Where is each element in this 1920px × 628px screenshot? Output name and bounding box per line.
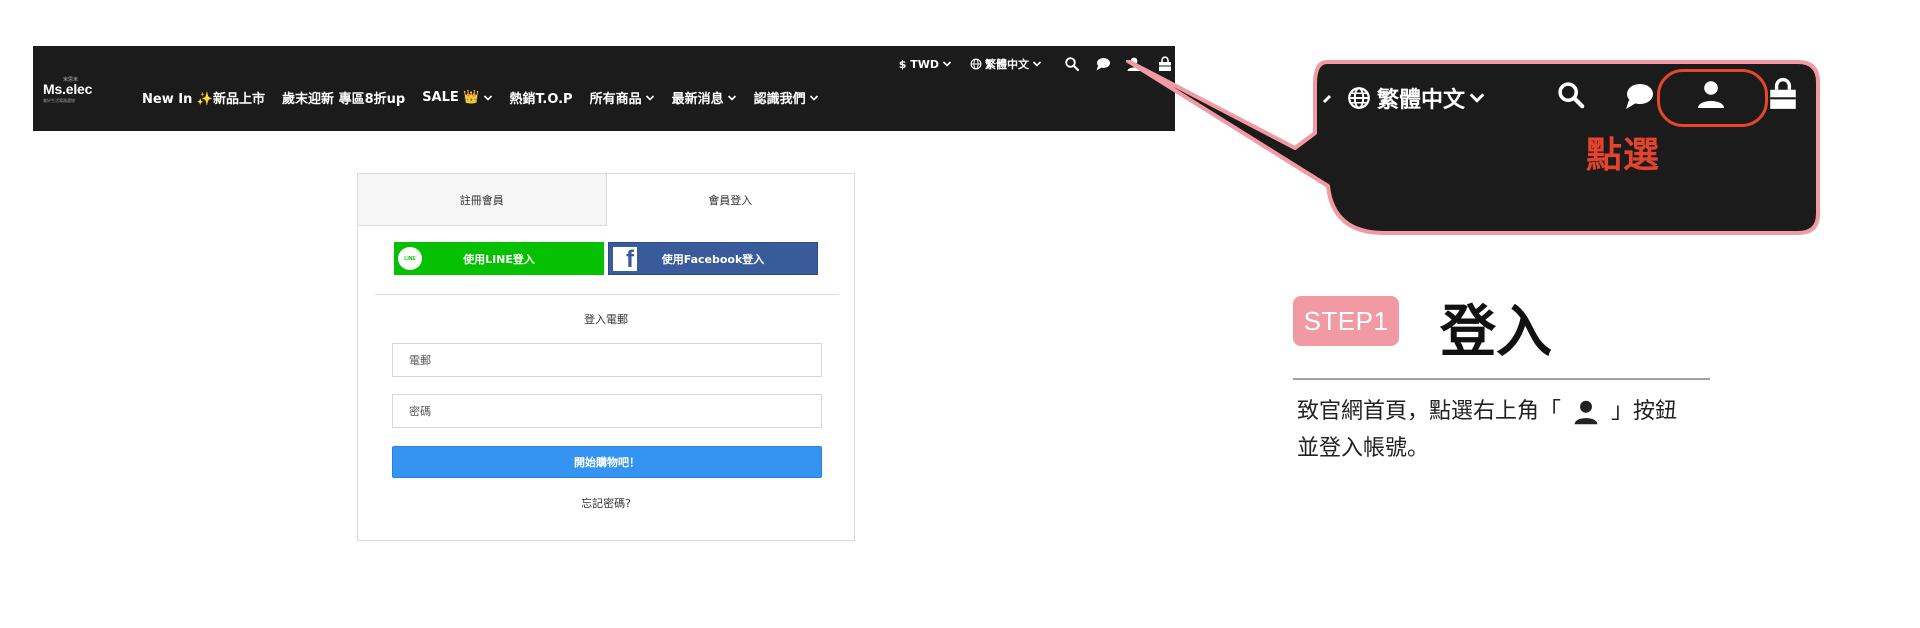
tab-member-login[interactable]: 會員登入 <box>606 174 854 226</box>
line-login-label: 使用LINE登入 <box>463 252 535 266</box>
callout-language-selector: 繁體中文 <box>1347 82 1486 114</box>
highlight-ring <box>1657 69 1768 127</box>
chevron-down-icon <box>1322 94 1332 104</box>
tab-label: 會員登入 <box>708 194 753 207</box>
logo-text: Ms.elec <box>43 81 93 97</box>
step-desc-line-1: 致官網首頁，點選右上角「 」按鈕 <box>1297 393 1727 430</box>
currency-label: $ TWD <box>898 57 939 71</box>
facebook-logo-icon: f <box>613 247 637 271</box>
submit-label: 開始購物吧！ <box>574 456 640 469</box>
nav-item-label: 歲末迎新 專區8折up <box>282 92 406 107</box>
currency-selector[interactable]: $ TWD <box>899 58 952 71</box>
password-field[interactable] <box>392 394 822 428</box>
step-badge: STEP1 <box>1293 296 1399 346</box>
chevron-down-icon <box>1469 93 1485 103</box>
zoom-callout: 繁體中文 點選 <box>1060 60 1820 235</box>
form-title: 登入電郵 <box>584 313 628 326</box>
callout-language-label: 繁體中文 <box>1377 88 1466 113</box>
main-nav: New In ✨新品上市 歲末迎新 專區8折up SALE 👑 熱銷T.O.P … <box>142 88 836 107</box>
language-label: 繁體中文 <box>985 58 1029 71</box>
logo-subtext: 米思米 <box>63 77 79 83</box>
nav-item-new-in[interactable]: New In ✨新品上市 <box>142 88 265 107</box>
divider <box>375 294 839 295</box>
step-desc-text: 致官網首頁，點選右上角「 <box>1297 399 1562 424</box>
search-icon <box>1558 82 1585 109</box>
globe-icon <box>970 58 982 70</box>
step-divider <box>1293 378 1710 380</box>
facebook-login-label: 使用Facebook登入 <box>661 252 765 266</box>
chevron-down-icon <box>727 94 736 101</box>
chevron-down-icon <box>1032 61 1042 67</box>
shopping-bag-icon <box>1770 77 1796 109</box>
nav-item-label: 所有商品 <box>589 92 642 107</box>
line-login-button[interactable]: LINE 使用LINE登入 <box>394 242 604 275</box>
nav-item-about-us[interactable]: 認識我們 <box>754 88 819 107</box>
nav-item-label: 最新消息 <box>671 92 724 107</box>
forgot-password-link[interactable]: 忘記密碼? <box>358 495 854 511</box>
line-badge-text: LINE <box>404 255 416 262</box>
site-header: 米思米 Ms.elec 美好生活電器選物 $ TWD 繁體中文 New In ✨… <box>33 46 1175 131</box>
step-desc-line-2: 並登入帳號。 <box>1297 436 1430 461</box>
facebook-login-button[interactable]: f 使用Facebook登入 <box>608 242 818 275</box>
nav-item-all-products[interactable]: 所有商品 <box>590 88 655 107</box>
chevron-down-icon <box>809 94 818 101</box>
site-logo[interactable]: 米思米 Ms.elec 美好生活電器選物 <box>43 77 93 104</box>
step-desc-text: 」按鈕 <box>1611 399 1678 424</box>
logo-tagline: 美好生活電器選物 <box>43 98 75 103</box>
step-title: 登入 <box>1440 300 1552 365</box>
email-field[interactable] <box>392 343 822 377</box>
nav-item-news[interactable]: 最新消息 <box>672 88 737 107</box>
nav-item-label: New In ✨新品上市 <box>142 92 266 107</box>
social-login: LINE 使用LINE登入 f 使用Facebook登入 <box>394 242 818 275</box>
chevron-down-icon <box>483 94 492 101</box>
line-logo-icon: LINE <box>398 247 422 270</box>
login-tabs: 註冊會員 會員登入 <box>358 174 854 226</box>
language-selector[interactable]: 繁體中文 <box>970 56 1042 72</box>
tab-register[interactable]: 註冊會員 <box>358 174 607 226</box>
login-panel: 註冊會員 會員登入 LINE 使用LINE登入 f 使用Facebook登入 登… <box>357 173 855 541</box>
nav-item-label: 認識我們 <box>753 92 806 107</box>
nav-item-label: 熱銷T.O.P <box>509 92 573 107</box>
start-shopping-button[interactable]: 開始購物吧！ <box>392 446 822 478</box>
user-icon <box>1574 400 1598 424</box>
tab-label: 註冊會員 <box>459 193 504 207</box>
nav-item-label: SALE 👑 <box>422 90 480 105</box>
globe-icon <box>1348 87 1370 109</box>
nav-item-year-end-sale[interactable]: 歲末迎新 專區8折up <box>282 88 405 107</box>
chevron-down-icon <box>645 94 654 101</box>
nav-item-sale[interactable]: SALE 👑 <box>422 90 492 105</box>
chevron-down-icon <box>942 61 952 67</box>
chat-icon <box>1626 84 1653 109</box>
nav-item-top-sellers[interactable]: 熱銷T.O.P <box>510 88 573 107</box>
step-description: 致官網首頁，點選右上角「 」按鈕 並登入帳號。 <box>1297 393 1727 467</box>
click-label: 點選 <box>1586 135 1661 176</box>
